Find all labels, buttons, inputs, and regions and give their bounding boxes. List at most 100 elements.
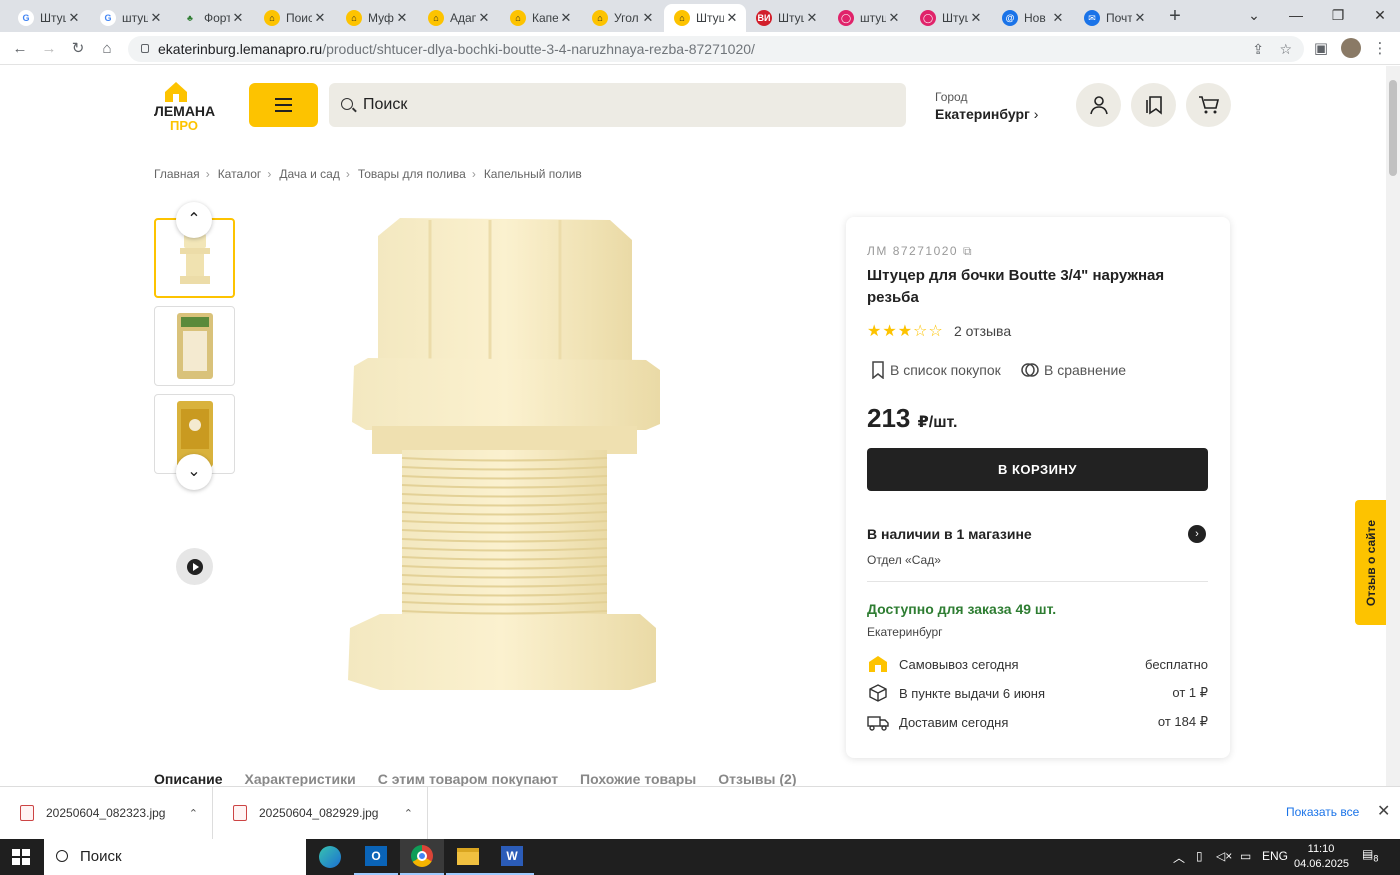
share-icon[interactable]: ⇪ [1252,36,1264,62]
new-tab-button[interactable]: + [1163,5,1187,27]
close-tab-icon[interactable]: ✕ [312,10,328,26]
ozon-favicon: ◯ [920,10,936,26]
reviews-link[interactable]: 2 отзыва [954,323,1011,339]
browser-tab[interactable]: ✉ Почт ✕ [1074,4,1154,32]
product-tab[interactable]: Отзывы (2) [718,771,796,786]
browser-tab[interactable]: Gштуц ✕ [90,4,170,32]
product-tab[interactable]: С этим товаром покупают [378,771,558,786]
page-scrollbar[interactable] [1386,66,1400,786]
edge-icon[interactable] [308,839,352,875]
show-all-downloads-link[interactable]: Показать все [1286,805,1359,819]
breadcrumb-link[interactable]: Каталог [218,167,262,181]
minimize-button[interactable]: — [1274,0,1318,30]
rating-stars[interactable]: ★★★☆☆ [867,321,944,341]
product-tab[interactable]: Похожие товары [580,771,696,786]
close-window-button[interactable]: ✕ [1358,0,1400,30]
browser-tab[interactable]: ♣ Форт ✕ [172,4,252,32]
availability-link[interactable]: В наличии в 1 магазине [867,526,1032,542]
battery-icon[interactable]: ▭ [1240,849,1251,863]
download-filename: 20250604_082323.jpg [46,806,166,820]
product-sku[interactable]: ЛМ 87271020 ⧉ [867,244,973,259]
thumbnails-down-arrow[interactable]: ⌄ [176,454,212,490]
profile-avatar[interactable] [1341,38,1361,58]
profile-button[interactable] [1076,83,1121,127]
scrollbar-thumb[interactable] [1389,80,1397,176]
shopping-list-button[interactable] [1131,83,1176,127]
thumbnail-2[interactable] [154,306,235,386]
chevron-up-icon[interactable]: ⌃ [189,807,198,820]
add-to-list-button[interactable]: В список покупок [871,361,1001,380]
close-tab-icon[interactable]: ✕ [394,10,410,26]
volume-icon[interactable]: ◁× [1216,849,1232,863]
close-tab-icon[interactable]: ✕ [148,10,164,26]
taskbar-search-input[interactable]: Поиск [44,839,306,875]
forward-icon[interactable]: → [38,38,60,60]
windows-start-icon[interactable] [12,849,30,865]
close-tab-icon[interactable]: ✕ [804,10,820,26]
clock[interactable]: 11:10 04.06.2025 [1294,842,1349,872]
browser-tab[interactable]: ⌂ Штуц ✕ [664,4,746,32]
browser-tab[interactable]: ⌂ Угол ✕ [582,4,662,32]
list-bookmark-icon [1145,96,1162,115]
browser-tab[interactable]: ⌂ Капе ✕ [500,4,580,32]
browser-tab[interactable]: ⌂ Муф ✕ [336,4,416,32]
thumbnails-up-arrow[interactable]: ⌃ [176,202,212,238]
address-bar[interactable]: ekaterinburg.lemanapro.ru/product/shtuce… [128,36,1304,62]
chevron-up-icon[interactable]: ⌃ [404,807,413,820]
notifications-icon[interactable]: ▤8 [1362,847,1378,863]
catalog-menu-button[interactable] [249,83,318,127]
maximize-button[interactable]: ❐ [1316,0,1360,30]
browser-tab[interactable]: @ Нов ✕ [992,4,1072,32]
close-tab-icon[interactable]: ✕ [230,10,246,26]
browser-tab[interactable]: ВИ Штуц✕ [746,4,826,32]
tray-overflow-icon[interactable]: ︿ [1173,849,1185,866]
close-tab-icon[interactable]: ✕ [1050,10,1066,26]
chevron-right-icon[interactable]: › [1188,525,1206,543]
browser-tab[interactable]: ⌂ Адап ✕ [418,4,498,32]
cart-button[interactable] [1186,83,1231,127]
close-tab-icon[interactable]: ✕ [1132,10,1148,26]
browser-tab[interactable]: ⌂ Поис ✕ [254,4,334,32]
close-tab-icon[interactable]: ✕ [476,10,492,26]
download-item[interactable]: 20250604_082929.jpg ⌃ [213,787,428,839]
close-tab-icon[interactable]: ✕ [558,10,574,26]
close-download-bar-icon[interactable]: ✕ [1377,801,1390,821]
add-to-cart-button[interactable]: В КОРЗИНУ [867,448,1208,491]
breadcrumb-link[interactable]: Главная [154,167,200,181]
close-tab-icon[interactable]: ✕ [968,10,984,26]
chrome-icon[interactable] [400,839,444,875]
back-icon[interactable]: ← [9,38,31,60]
site-feedback-tab[interactable]: Отзыв о сайте [1355,500,1386,625]
close-tab-icon[interactable]: ✕ [66,10,82,26]
language-indicator[interactable]: ENG [1262,849,1288,863]
search-input[interactable]: Поиск [329,83,906,127]
word-icon[interactable]: W [490,839,534,875]
outlook-icon[interactable]: O [354,839,398,875]
tab-search-icon[interactable]: ⌄ [1232,0,1276,30]
breadcrumb-link[interactable]: Капельный полив [484,167,582,181]
browser-tab[interactable]: ◯ Штуц✕ [910,4,990,32]
bookmark-star-icon[interactable]: ☆ [1279,36,1292,62]
video-play-button[interactable] [176,548,213,585]
close-tab-icon[interactable]: ✕ [640,10,656,26]
product-main-image[interactable] [340,214,670,694]
reload-icon[interactable]: ↻ [67,38,89,60]
browser-menu-icon[interactable]: ⋮ [1369,38,1391,60]
breadcrumb-link[interactable]: Товары для полива [358,167,466,181]
compare-button[interactable]: В сравнение [1021,361,1126,379]
browser-tab[interactable]: ◯ штуц ✕ [828,4,908,32]
side-panel-icon[interactable]: ▣ [1310,38,1332,60]
home-icon[interactable]: ⌂ [96,38,118,60]
browser-tab[interactable]: G Штуц✕ [8,4,88,32]
tablet-icon[interactable]: ▯ [1196,849,1203,863]
close-tab-icon[interactable]: ✕ [724,10,740,26]
lemana-logo[interactable]: ЛЕМАНА ПРО [154,80,220,132]
close-tab-icon[interactable]: ✕ [886,10,902,26]
breadcrumb-link[interactable]: Дача и сад [279,167,340,181]
product-tab[interactable]: Описание [154,771,223,786]
file-explorer-icon[interactable] [446,839,490,875]
product-tab[interactable]: Характеристики [245,771,356,786]
copy-icon[interactable]: ⧉ [963,244,973,258]
download-item[interactable]: 20250604_082323.jpg ⌃ [0,787,213,839]
city-selector[interactable]: Город Екатеринбург › [935,90,1038,122]
